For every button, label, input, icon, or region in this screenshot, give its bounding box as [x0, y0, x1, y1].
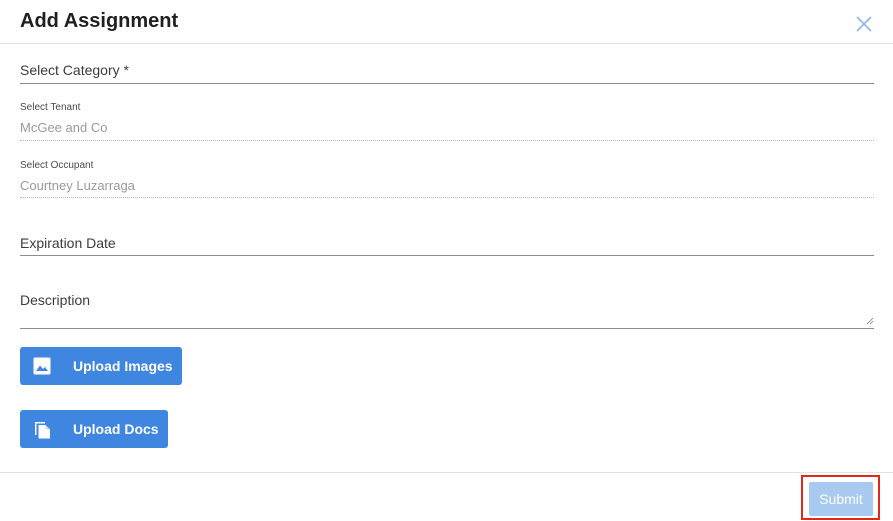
upload-images-label: Upload Images: [73, 358, 173, 374]
submit-button[interactable]: Submit: [809, 482, 873, 516]
close-icon[interactable]: [856, 16, 872, 32]
expiration-date-underline: [20, 255, 874, 256]
occupant-value: Courtney Luzarraga: [20, 178, 135, 193]
tenant-value: McGee and Co: [20, 120, 108, 135]
resize-grip-icon[interactable]: [866, 317, 874, 325]
upload-docs-button[interactable]: Upload Docs: [20, 410, 168, 448]
category-label: Select Category *: [20, 62, 129, 78]
occupant-underline: [20, 197, 874, 198]
description-field[interactable]: Description: [20, 287, 874, 331]
occupant-label: Select Occupant: [20, 160, 94, 171]
description-label: Description: [20, 292, 91, 308]
dialog-title: Add Assignment: [20, 10, 179, 32]
dialog-footer: [0, 472, 893, 521]
description-underline: [20, 328, 874, 329]
expiration-date-field[interactable]: Expiration Date: [20, 230, 874, 258]
dialog-header: Add Assignment: [0, 0, 893, 44]
expiration-date-label: Expiration Date: [20, 235, 116, 251]
category-select[interactable]: Select Category *: [20, 58, 874, 86]
occupant-field: Select Occupant Courtney Luzarraga: [20, 158, 874, 202]
file-copy-icon: [35, 422, 50, 439]
upload-images-button[interactable]: Upload Images: [20, 347, 182, 385]
tenant-underline: [20, 140, 874, 141]
upload-docs-label: Upload Docs: [73, 421, 159, 437]
image-icon: [33, 357, 51, 375]
tenant-field: Select Tenant McGee and Co: [20, 100, 874, 144]
tenant-label: Select Tenant: [20, 102, 81, 113]
add-assignment-dialog: Add Assignment Select Category * Select …: [0, 0, 893, 521]
category-underline: [20, 83, 874, 84]
